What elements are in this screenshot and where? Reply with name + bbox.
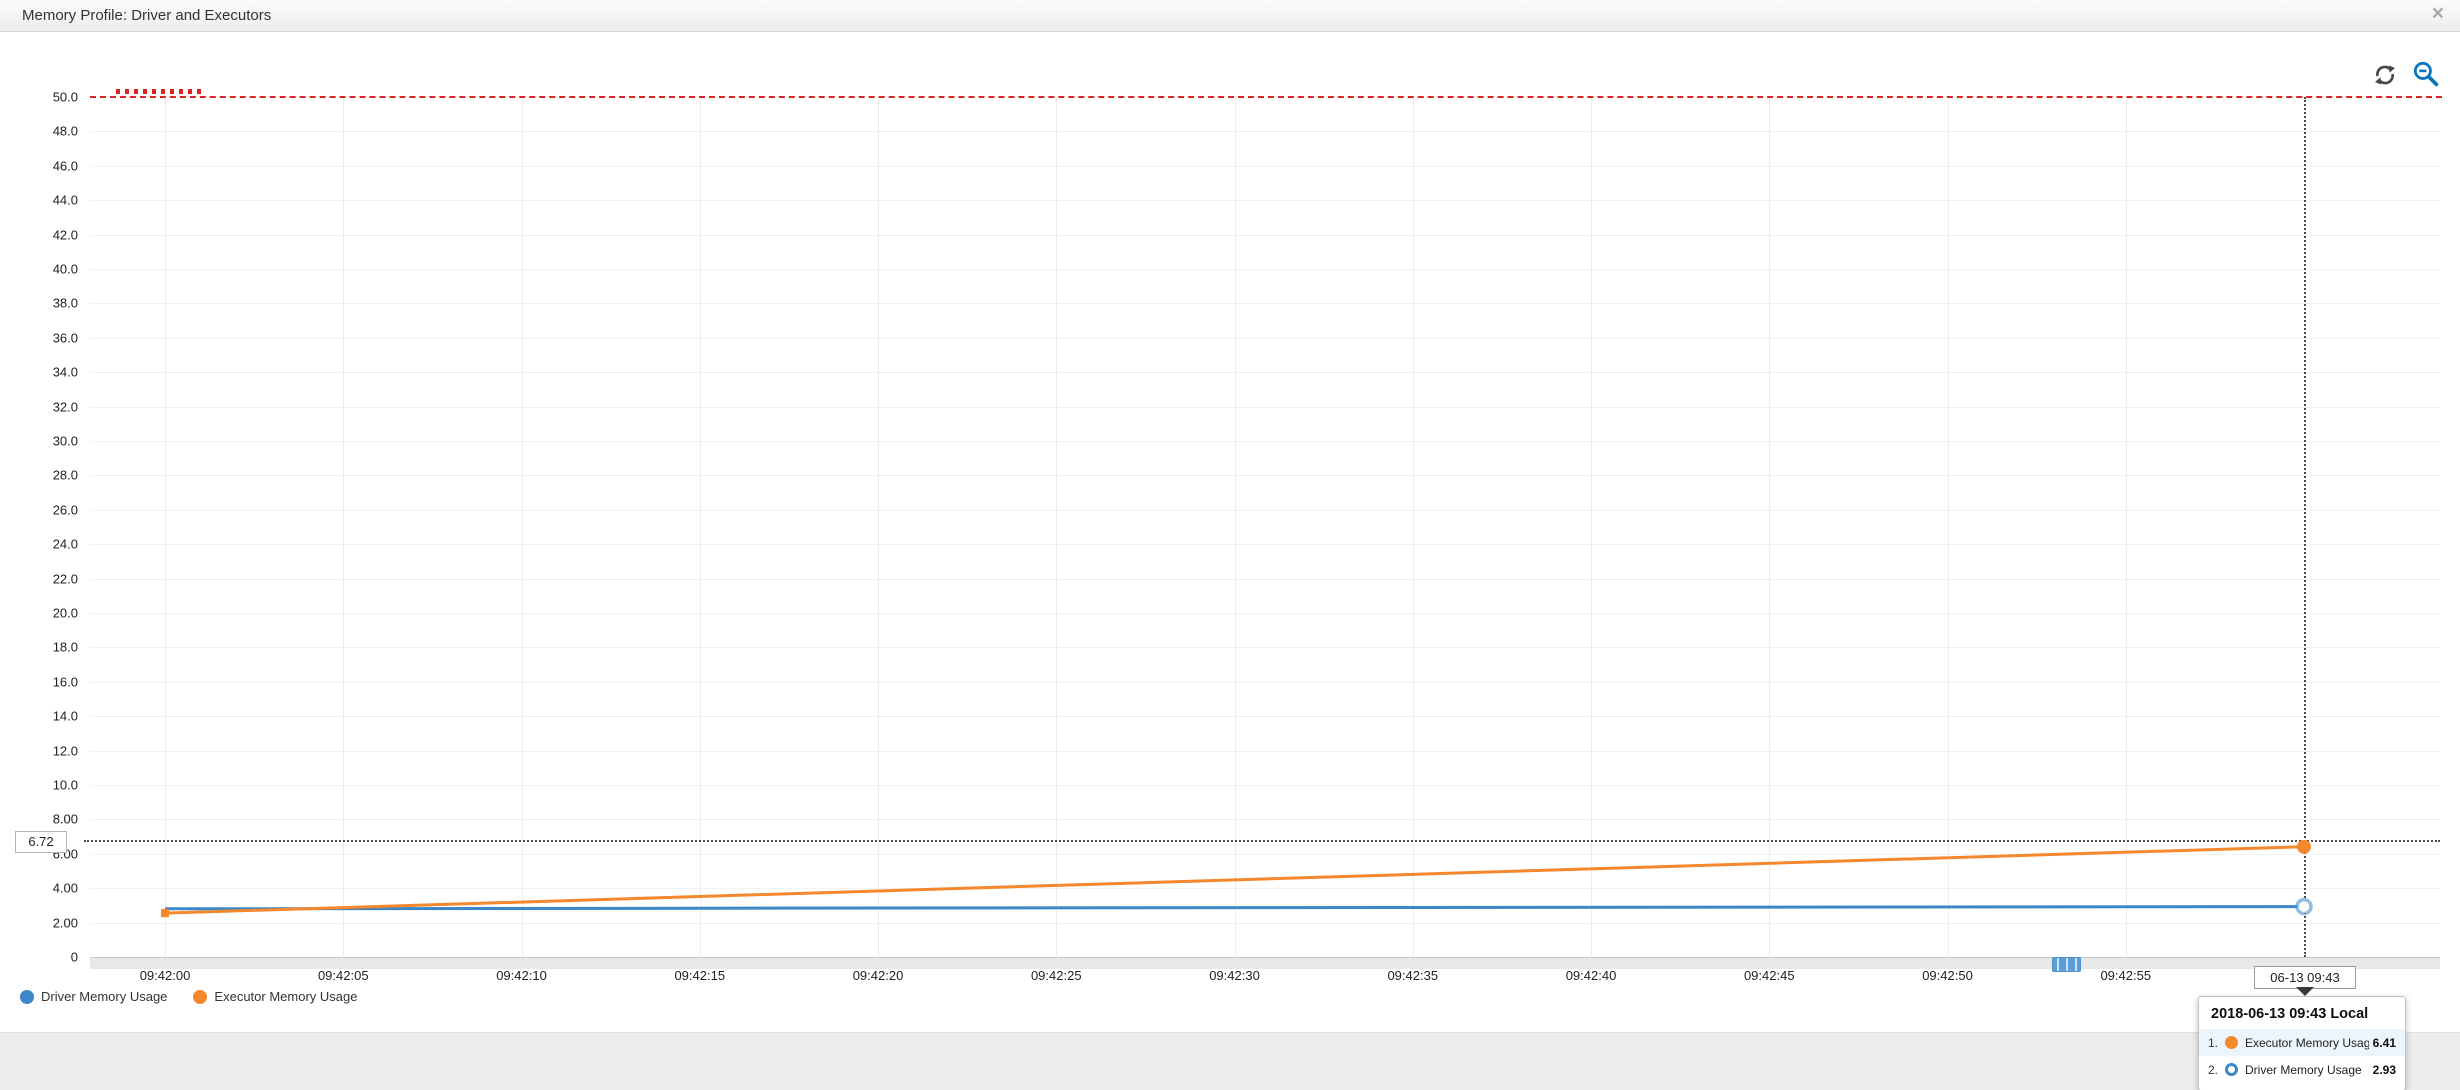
tooltip-row-index: 1. <box>2208 1035 2219 1050</box>
executor-memory-usage-marker-icon <box>2225 1036 2238 1049</box>
zoom-out-icon <box>2412 61 2440 92</box>
tooltip-row: 2. Driver Memory Usage 2.93 <box>2199 1056 2405 1083</box>
series-markers-layer <box>161 839 2313 918</box>
tooltip-row-value: 2.93 <box>2372 1062 2396 1077</box>
legend-item-label: Driver Memory Usage <box>41 989 168 1004</box>
refresh-icon <box>2373 65 2397 91</box>
legend-item-label: Executor Memory Usage <box>214 989 358 1004</box>
executor-memory-usage-end-marker <box>2297 839 2311 854</box>
memory-profile-modal: Memory Profile: Driver and Executors × 5… <box>0 0 2460 1090</box>
range-scrollbar-thumb[interactable] <box>2052 957 2081 972</box>
driver-memory-usage-end-marker <box>2295 897 2313 916</box>
tooltip-row-label: Driver Memory Usage <box>2245 1062 2362 1077</box>
driver-memory-usage-legend-marker-icon <box>20 989 34 1004</box>
executor-memory-usage-start-marker <box>161 909 169 918</box>
zoom-out-button[interactable] <box>2412 60 2440 93</box>
modal-footer <box>0 1032 2460 1090</box>
crosshair-x-value-label: 06-13 09:43 <box>2254 966 2356 989</box>
legend-item-executor-memory-usage[interactable]: Executor Memory Usage <box>193 989 357 1004</box>
tooltip-caret-icon <box>2296 987 2314 996</box>
legend-item-driver-memory-usage[interactable]: Driver Memory Usage <box>20 989 167 1004</box>
close-icon[interactable]: × <box>2432 2 2444 26</box>
crosshair-y-value-label: 6.72 <box>15 831 67 853</box>
tooltip-row: 1. Executor Memory Usage 6.41 <box>2199 1029 2405 1056</box>
tooltip-row-label: Executor Memory Usage <box>2245 1035 2369 1050</box>
tooltip-header: 2018-06-13 09:43 Local <box>2211 1006 2369 1022</box>
modal-header: Memory Profile: Driver and Executors × <box>0 0 2460 32</box>
tooltip-row-value: 6.41 <box>2372 1035 2396 1050</box>
page-title: Memory Profile: Driver and Executors <box>22 7 272 24</box>
chart-legend: Driver Memory Usage Executor Memory Usage <box>20 989 357 1004</box>
driver-memory-usage-marker-icon <box>2225 1063 2238 1076</box>
executor-memory-usage-legend-marker-icon <box>193 989 208 1004</box>
tooltip-row-index: 2. <box>2208 1062 2219 1077</box>
chart-tooltip: 2018-06-13 09:43 Local 1. Executor Memory… <box>2198 996 2406 1090</box>
refresh-button[interactable] <box>2373 63 2397 92</box>
